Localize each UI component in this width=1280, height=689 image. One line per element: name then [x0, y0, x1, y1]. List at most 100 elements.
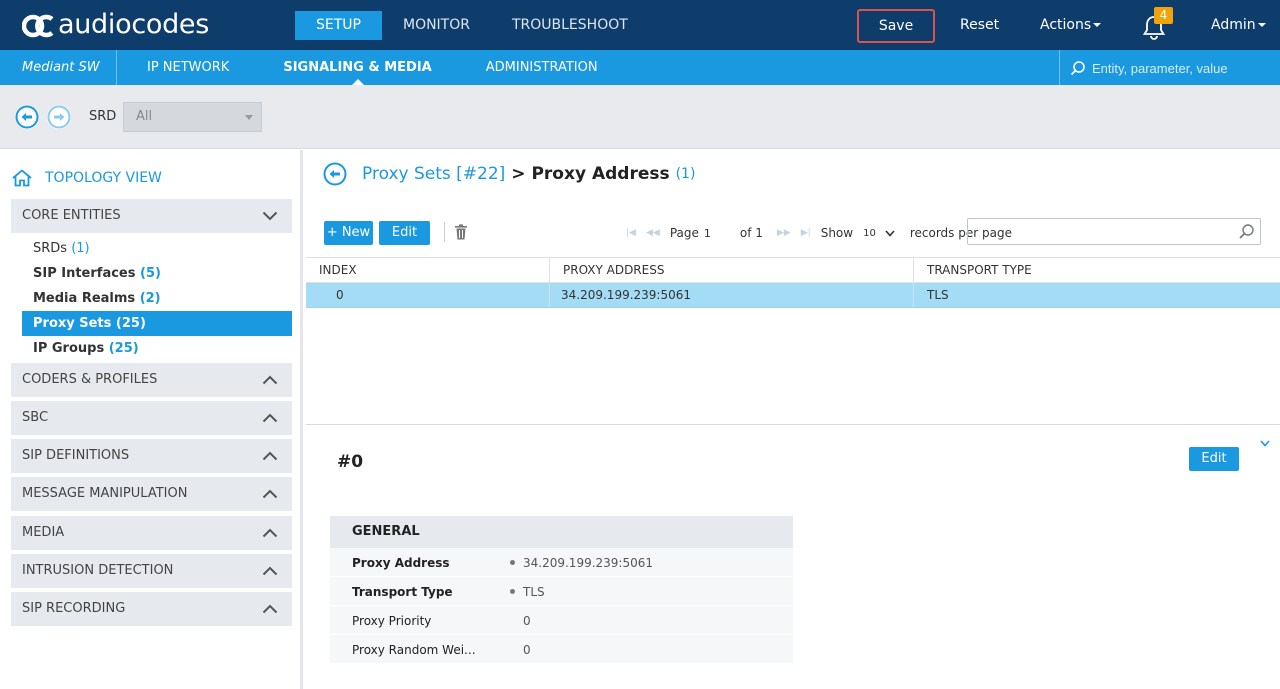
- item-count: (25): [115, 316, 146, 331]
- prev-page-icon[interactable]: ◀◀: [646, 228, 660, 238]
- section-coders-profiles[interactable]: CODERS & PROFILES: [11, 363, 292, 397]
- item-label: SRDs: [33, 241, 68, 256]
- section-message-manipulation[interactable]: MESSAGE MANIPULATION: [11, 477, 292, 511]
- caret-down-icon: [1257, 23, 1266, 27]
- detail-value: 34.209.199.239:5061: [523, 556, 654, 570]
- core-entities-list: SRDs (1) SIP Interfaces (5) Media Realms…: [22, 236, 292, 361]
- section-label: SIP DEFINITIONS: [22, 448, 130, 463]
- section-media[interactable]: MEDIA: [11, 516, 292, 550]
- section-sip-recording[interactable]: SIP RECORDING: [11, 592, 292, 626]
- section-intrusion-detection[interactable]: INTRUSION DETECTION: [11, 554, 292, 588]
- logo-mark-icon: [22, 14, 54, 38]
- tab-signaling-media[interactable]: SIGNALING & MEDIA: [283, 50, 432, 85]
- chevron-down-icon: [262, 211, 278, 221]
- top-header: audiocodes SETUP MONITOR TROUBLESHOOT Sa…: [0, 0, 1280, 50]
- srd-bar: SRD All: [0, 85, 1280, 149]
- chevron-up-icon: [262, 451, 278, 461]
- detail-row: Proxy Random Wei... 0: [330, 635, 793, 664]
- section-sip-definitions[interactable]: SIP DEFINITIONS: [11, 439, 292, 473]
- chevron-down-icon[interactable]: [885, 229, 895, 237]
- navigation-tree: TOPOLOGY VIEW CORE ENTITIES SRDs (1) SIP…: [0, 150, 303, 689]
- column-header-transport-type[interactable]: TRANSPORT TYPE: [914, 258, 1280, 282]
- section-label: INTRUSION DETECTION: [22, 563, 174, 578]
- edit-button[interactable]: Edit: [379, 221, 430, 245]
- save-button[interactable]: Save: [857, 9, 935, 43]
- modified-dot-icon: [510, 589, 515, 594]
- admin-label: Admin: [1211, 17, 1256, 33]
- page-input[interactable]: 1: [704, 227, 734, 240]
- toolbar-divider: [444, 222, 445, 242]
- section-label: SBC: [22, 410, 49, 425]
- table-header: INDEX PROXY ADDRESS TRANSPORT TYPE: [306, 257, 1280, 283]
- search-icon[interactable]: [1238, 223, 1255, 240]
- admin-menu[interactable]: Admin: [1211, 17, 1266, 33]
- section-label: MEDIA: [22, 525, 65, 540]
- breadcrumb-proxy-sets-link[interactable]: Proxy Sets [#22]: [362, 164, 505, 184]
- table-row[interactable]: 0 34.209.199.239:5061 TLS: [306, 283, 1280, 308]
- breadcrumb: Proxy Sets [#22] > Proxy Address (1): [323, 162, 695, 186]
- last-page-icon[interactable]: ▶|: [801, 228, 811, 238]
- sidebar-item-media-realms[interactable]: Media Realms (2): [22, 286, 292, 311]
- nav-setup[interactable]: SETUP: [295, 11, 382, 40]
- record-edit-button[interactable]: Edit: [1189, 447, 1239, 471]
- section-label: CODERS & PROFILES: [22, 372, 158, 387]
- notification-badge: 4: [1154, 7, 1173, 24]
- logo-text: audiocodes: [58, 9, 209, 40]
- reset-button[interactable]: Reset: [960, 17, 999, 33]
- page-size-select[interactable]: 10: [863, 228, 876, 239]
- detail-row: Transport Type TLS: [330, 577, 793, 606]
- detail-value: TLS: [523, 585, 545, 599]
- details-section-header: GENERAL: [330, 516, 793, 548]
- record-title: #0: [337, 452, 364, 472]
- chevron-down-icon[interactable]: [1260, 440, 1270, 447]
- chevron-up-icon: [262, 528, 278, 538]
- trash-icon[interactable]: [454, 224, 468, 240]
- modified-dot-icon: [510, 560, 515, 565]
- new-button[interactable]: + New: [324, 221, 373, 245]
- srd-label: SRD: [89, 109, 117, 124]
- tab-administration[interactable]: ADMINISTRATION: [486, 50, 598, 85]
- page-label: Page: [669, 226, 699, 240]
- item-label: SIP Interfaces: [33, 266, 136, 281]
- detail-row: Proxy Address 34.209.199.239:5061: [330, 548, 793, 577]
- detail-key: Proxy Address: [352, 556, 450, 570]
- section-sbc[interactable]: SBC: [11, 401, 292, 435]
- global-search-input[interactable]: [1092, 58, 1272, 78]
- table-search-input[interactable]: [1018, 223, 1233, 241]
- srd-select[interactable]: All: [123, 102, 262, 132]
- sidebar-item-sip-interfaces[interactable]: SIP Interfaces (5): [22, 261, 292, 286]
- column-header-index[interactable]: INDEX: [306, 258, 550, 282]
- section-core-entities[interactable]: CORE ENTITIES: [11, 199, 292, 233]
- chevron-up-icon: [262, 375, 278, 385]
- actions-menu[interactable]: Actions: [1040, 17, 1102, 33]
- chevron-up-icon: [262, 566, 278, 576]
- caret-down-icon: [1093, 23, 1102, 27]
- home-icon: [12, 169, 32, 187]
- next-page-icon[interactable]: ▶▶: [777, 228, 791, 238]
- table-search: [967, 218, 1261, 245]
- column-header-proxy-address[interactable]: PROXY ADDRESS: [550, 258, 914, 282]
- sidebar-item-ip-groups[interactable]: IP Groups (25): [22, 336, 292, 361]
- proxy-address-table: INDEX PROXY ADDRESS TRANSPORT TYPE 0 34.…: [306, 257, 1280, 308]
- detail-value: 0: [523, 643, 531, 657]
- topology-view-link[interactable]: TOPOLOGY VIEW: [11, 169, 162, 187]
- nav-troubleshoot[interactable]: TROUBLESHOOT: [491, 11, 649, 40]
- audiocodes-logo[interactable]: audiocodes: [22, 8, 209, 42]
- show-label: Show: [820, 226, 854, 240]
- search-icon[interactable]: [1070, 60, 1086, 76]
- item-count: (5): [140, 266, 161, 281]
- back-arrow-icon[interactable]: [323, 162, 347, 186]
- nav-monitor[interactable]: MONITOR: [382, 11, 491, 40]
- first-page-icon[interactable]: |◀: [626, 228, 636, 238]
- tab-ip-network[interactable]: IP NETWORK: [147, 50, 229, 85]
- srd-select-value: All: [136, 109, 153, 124]
- pager: |◀ ◀◀ Page 1 of 1 ▶▶ ▶| Show 10 records …: [626, 226, 1012, 240]
- back-arrow-icon[interactable]: [15, 105, 39, 129]
- sidebar-item-srds[interactable]: SRDs (1): [22, 236, 292, 261]
- item-count: (1): [71, 241, 90, 256]
- detail-row: Proxy Priority 0: [330, 606, 793, 635]
- sidebar-item-proxy-sets[interactable]: Proxy Sets (25): [22, 311, 292, 336]
- cell-index: 0: [306, 283, 550, 307]
- topology-view-label: TOPOLOGY VIEW: [45, 170, 162, 186]
- forward-arrow-icon[interactable]: [47, 105, 71, 129]
